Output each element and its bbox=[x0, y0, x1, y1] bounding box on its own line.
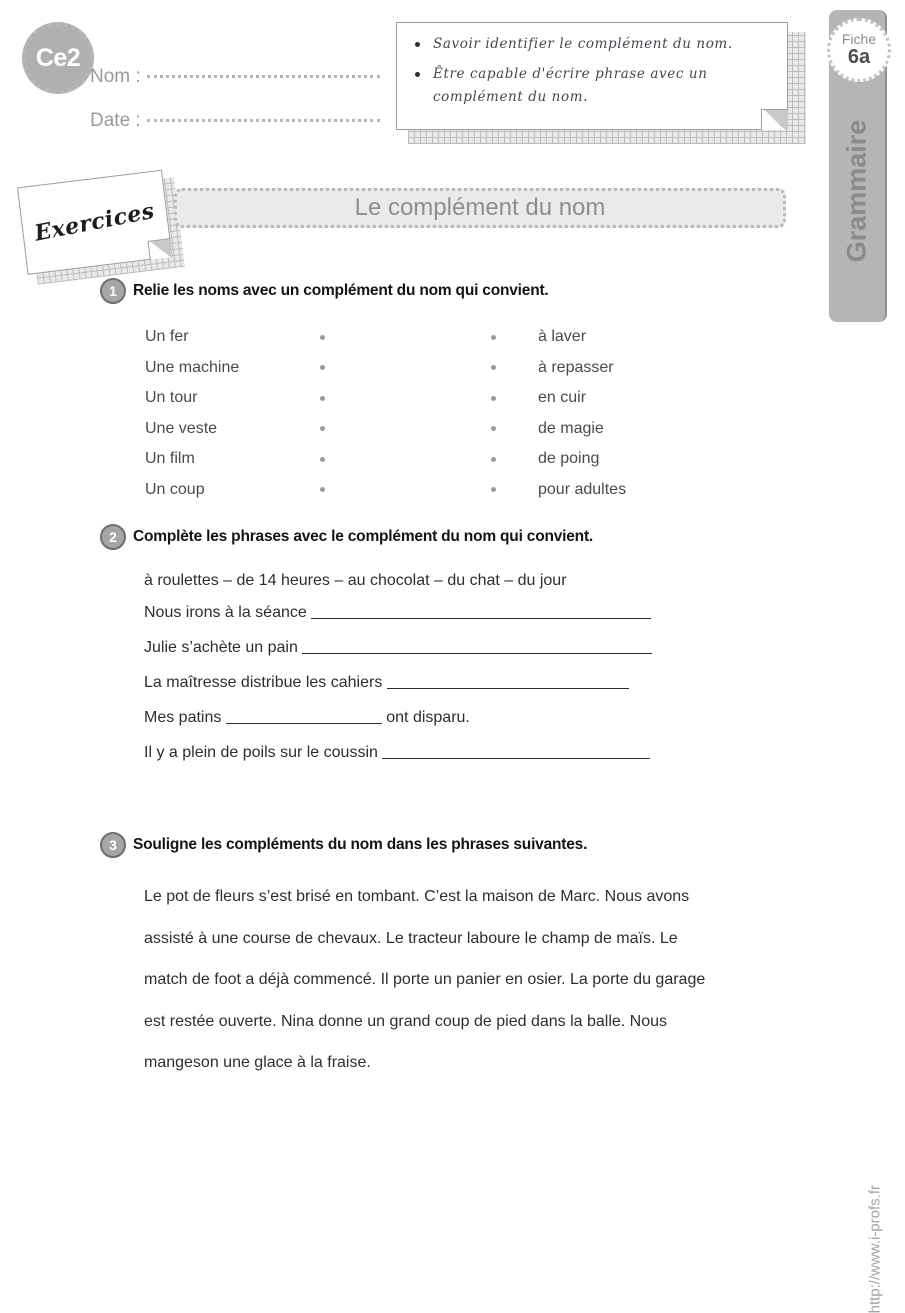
match-left-label: Un coup bbox=[145, 480, 205, 498]
matching-row: Une machine à repasser bbox=[145, 353, 705, 384]
date-field[interactable]: Date : bbox=[90, 110, 380, 132]
answer-blank[interactable] bbox=[311, 604, 652, 619]
match-right-dot[interactable] bbox=[491, 395, 496, 401]
match-right-dot[interactable] bbox=[491, 426, 496, 432]
exercices-paper: Exercices bbox=[16, 169, 173, 275]
page-title: Le complément du nom bbox=[354, 194, 606, 221]
match-right-dot[interactable] bbox=[491, 456, 496, 462]
sheet-number: 6a bbox=[847, 45, 871, 68]
subject-label: Grammaire bbox=[841, 119, 872, 263]
exercise-instruction: Souligne les compléments du nom dans les… bbox=[133, 836, 588, 853]
fill-in-sentence: La maîtresse distribue les cahiers bbox=[144, 674, 652, 692]
objective-item: Savoir identifier le complément du nom. bbox=[411, 33, 773, 57]
sentence-text: ont disparu. bbox=[381, 709, 470, 726]
exercices-tag-label: Exercices bbox=[32, 197, 157, 247]
objectives-card: Savoir identifier le complément du nom. … bbox=[396, 22, 806, 144]
matching-row: Un coup pour adultes bbox=[145, 475, 705, 506]
match-left-label: Une veste bbox=[145, 419, 218, 437]
answer-blank[interactable] bbox=[302, 639, 653, 654]
matching-row: Un fer à laver bbox=[145, 322, 705, 353]
exercise-instruction: Complète les phrases avec le complément … bbox=[133, 528, 594, 545]
exercise-1: 1 Relie les noms avec un complément du n… bbox=[100, 278, 705, 505]
exercise-2-header: 2 Complète les phrases avec le complémen… bbox=[100, 524, 652, 550]
answer-blank[interactable] bbox=[382, 744, 651, 759]
fill-in-sentence: Il y a plein de poils sur le coussin bbox=[144, 744, 652, 762]
match-left-dot[interactable] bbox=[320, 334, 325, 340]
match-left-label: Une machine bbox=[145, 358, 240, 376]
date-field-label: Date : bbox=[90, 110, 141, 131]
objectives-paper: Savoir identifier le complément du nom. … bbox=[396, 22, 788, 130]
match-right-label: de poing bbox=[538, 450, 600, 468]
sheet-label: Fiche bbox=[841, 31, 877, 48]
level-badge: Ce2 bbox=[22, 22, 94, 94]
match-left-label: Un fer bbox=[145, 328, 189, 346]
sentence-text: Julie s’achète un pain bbox=[144, 639, 303, 656]
match-right-dot[interactable] bbox=[491, 487, 496, 493]
level-badge-label: Ce2 bbox=[35, 43, 81, 72]
exercise-instruction: Relie les noms avec un complément du nom… bbox=[133, 282, 549, 299]
match-right-dot[interactable] bbox=[491, 334, 496, 340]
exercise-2: 2 Complète les phrases avec le complémen… bbox=[100, 524, 653, 779]
match-right-label: pour adultes bbox=[538, 480, 627, 498]
page-fold-icon bbox=[147, 238, 173, 260]
exercices-tag-card: Exercices bbox=[16, 169, 185, 285]
match-right-dot[interactable] bbox=[491, 365, 496, 371]
match-left-label: Un tour bbox=[145, 389, 198, 407]
name-field[interactable]: Nom : bbox=[90, 66, 380, 88]
exercise-paragraph[interactable]: Le pot de fleurs s’est brisé en tombant.… bbox=[144, 876, 710, 1084]
student-fields: Nom : Date : bbox=[90, 66, 380, 154]
exercise-number-badge: 3 bbox=[100, 832, 126, 858]
match-right-label: à laver bbox=[538, 328, 587, 346]
worksheet-page: Ce2 Nom : Date : Savoir identifier le co… bbox=[0, 0, 905, 1313]
sentence-text: Mes patins bbox=[144, 709, 226, 726]
exercise-3-header: 3 Souligne les compléments du nom dans l… bbox=[100, 832, 710, 858]
match-left-dot[interactable] bbox=[320, 456, 325, 462]
match-left-label: Un film bbox=[145, 450, 195, 468]
answer-blank[interactable] bbox=[386, 674, 629, 689]
answer-blank[interactable] bbox=[225, 709, 382, 724]
exercise-3: 3 Souligne les compléments du nom dans l… bbox=[100, 832, 710, 1084]
match-left-dot[interactable] bbox=[320, 487, 325, 493]
word-bank: à roulettes – de 14 heures – au chocolat… bbox=[144, 572, 567, 589]
fill-in-sentence: Mes patins ont disparu. bbox=[144, 709, 652, 727]
matching-list: Un fer à laver Une machine à repasser Un tou… bbox=[145, 322, 705, 505]
fill-in-sentence: Nous irons à la séance bbox=[144, 604, 652, 622]
objective-item: Être capable d'écrire phrase avec un com… bbox=[411, 63, 773, 110]
worksheet-title-banner: Le complément du nom bbox=[174, 188, 786, 228]
page-fold-icon bbox=[761, 109, 788, 130]
matching-row: Une veste de magie bbox=[145, 414, 705, 445]
match-left-dot[interactable] bbox=[320, 426, 325, 432]
objectives-list: Savoir identifier le complément du nom. … bbox=[411, 33, 773, 110]
name-field-dots[interactable] bbox=[146, 75, 380, 78]
exercise-1-header: 1 Relie les noms avec un complément du n… bbox=[100, 278, 705, 304]
sheet-number-badge: Fiche 6a bbox=[827, 18, 891, 82]
matching-row: Un tour en cuir bbox=[145, 383, 705, 414]
name-field-label: Nom : bbox=[90, 66, 141, 87]
match-right-label: en cuir bbox=[538, 389, 587, 407]
matching-row: Un film de poing bbox=[145, 444, 705, 475]
match-left-dot[interactable] bbox=[320, 365, 325, 371]
fill-in-sentences: Nous irons à la séance Julie s’achète un… bbox=[144, 604, 653, 762]
fill-in-sentence: Julie s’achète un pain bbox=[144, 639, 653, 657]
source-url: http://www.i-profs.fr bbox=[866, 1185, 883, 1313]
match-right-label: à repasser bbox=[538, 358, 614, 376]
sentence-text: La maîtresse distribue les cahiers bbox=[144, 674, 387, 691]
match-right-label: de magie bbox=[538, 419, 604, 437]
date-field-dots[interactable] bbox=[146, 119, 380, 122]
sentence-text: Il y a plein de poils sur le coussin bbox=[144, 744, 383, 761]
exercise-number-badge: 1 bbox=[100, 278, 126, 304]
exercise-number-badge: 2 bbox=[100, 524, 126, 550]
sentence-text: Nous irons à la séance bbox=[144, 604, 312, 621]
match-left-dot[interactable] bbox=[320, 395, 325, 401]
